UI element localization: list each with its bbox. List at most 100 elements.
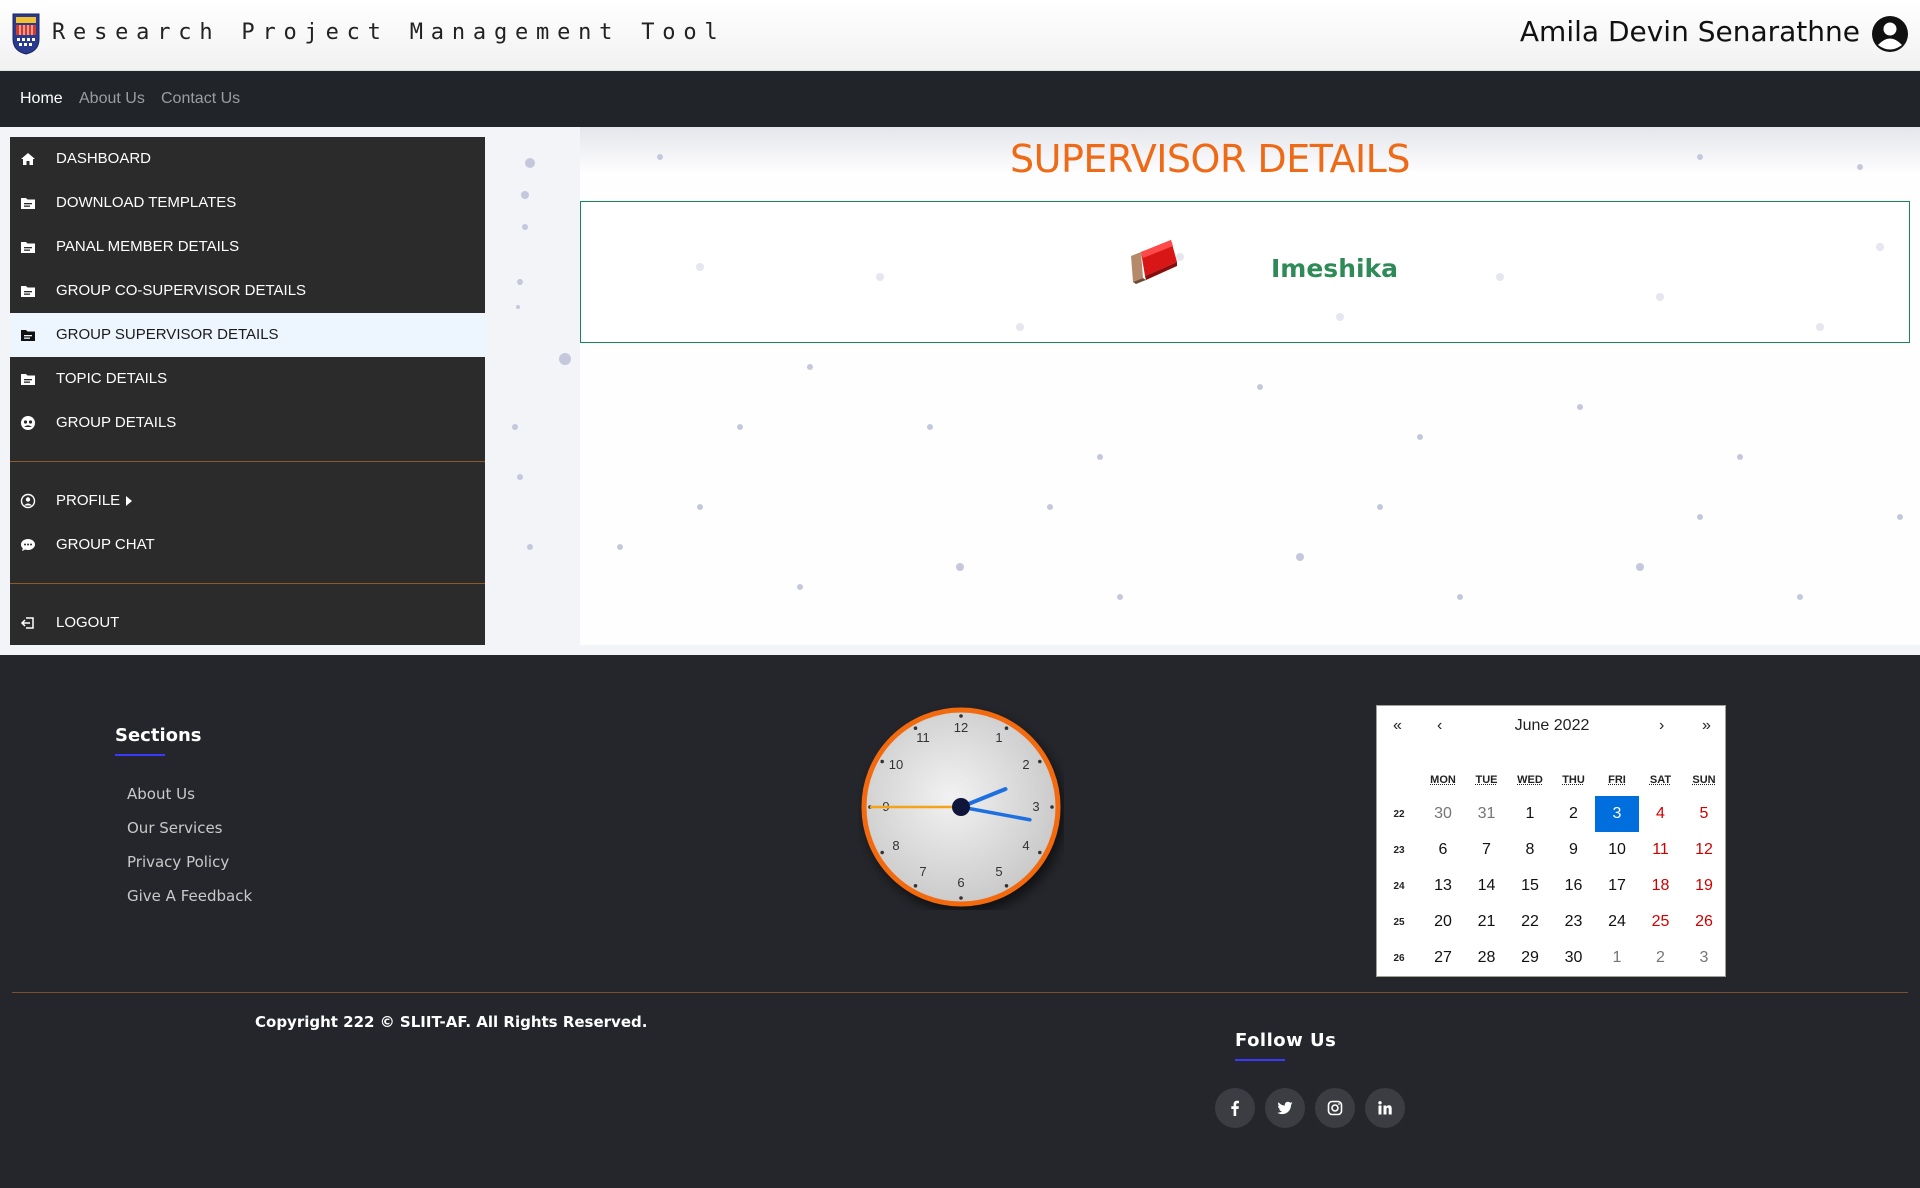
- calendar-prev-month-button[interactable]: ‹: [1437, 717, 1442, 735]
- sidebar-item-group-chat[interactable]: GROUP CHAT: [10, 523, 485, 567]
- calendar-day[interactable]: 26: [1682, 904, 1726, 940]
- twitter-icon: [1277, 1101, 1293, 1115]
- calendar-day[interactable]: 7: [1465, 832, 1509, 868]
- calendar-next-year-button[interactable]: »: [1702, 717, 1711, 735]
- calendar-day[interactable]: 2: [1639, 940, 1683, 976]
- sidebar-item-panal-member-details[interactable]: PANAL MEMBER DETAILS: [10, 225, 485, 269]
- facebook-icon: [1231, 1100, 1239, 1116]
- folder-icon: [21, 374, 35, 385]
- calendar-day[interactable]: 12: [1682, 832, 1726, 868]
- sidebar-item-label: LOGOUT: [56, 614, 120, 631]
- analog-clock: 12 1 2 3 4 5 6 7 8 9 10 11: [861, 707, 1061, 907]
- nav-contact-us[interactable]: Contact Us: [161, 90, 240, 108]
- calendar-day[interactable]: 11: [1639, 832, 1683, 868]
- clock-tick: [1004, 884, 1009, 888]
- copyright-text: Copyright 222 © SLIIT-AF. All Rights Res…: [255, 1013, 648, 1031]
- footer-link-about-us[interactable]: About Us: [127, 785, 195, 803]
- calendar-day[interactable]: 23: [1552, 904, 1596, 940]
- calendar-month-label[interactable]: June 2022: [1515, 717, 1590, 734]
- linkedin-button[interactable]: [1365, 1088, 1405, 1128]
- calendar-day[interactable]: 10: [1595, 832, 1639, 868]
- calendar-day[interactable]: 16: [1552, 868, 1596, 904]
- nav-about-us[interactable]: About Us: [79, 90, 145, 108]
- calendar-day[interactable]: 28: [1465, 940, 1509, 976]
- sidebar-item-dashboard[interactable]: DASHBOARD: [10, 137, 485, 181]
- sidebar-item-topic-details[interactable]: TOPIC DETAILS: [10, 357, 485, 401]
- sidebar-item-group-details[interactable]: GROUP DETAILS: [10, 401, 485, 445]
- clock-number: 5: [995, 864, 1002, 879]
- calendar-day[interactable]: 30: [1421, 796, 1465, 832]
- sidebar-item-label: TOPIC DETAILS: [56, 370, 168, 387]
- calendar-day[interactable]: 15: [1508, 868, 1552, 904]
- clock-number: 11: [916, 730, 930, 745]
- calendar-day[interactable]: 31: [1465, 796, 1509, 832]
- folder-icon: [21, 330, 35, 341]
- sidebar-item-download-templates[interactable]: DOWNLOAD TEMPLATES: [10, 181, 485, 225]
- calendar-day[interactable]: 24: [1595, 904, 1639, 940]
- sidebar-item-label: GROUP CO-SUPERVISOR DETAILS: [56, 282, 307, 299]
- calendar-day[interactable]: 3: [1595, 796, 1639, 832]
- calendar-day[interactable]: 1: [1595, 940, 1639, 976]
- calendar-day[interactable]: 20: [1421, 904, 1465, 940]
- user-circle-icon[interactable]: [1871, 15, 1909, 53]
- calendar-day[interactable]: 21: [1465, 904, 1509, 940]
- calendar-day[interactable]: 30: [1552, 940, 1596, 976]
- clock-number: 1: [995, 730, 1002, 745]
- calendar-weekday-label: SAT: [1649, 774, 1672, 786]
- twitter-button[interactable]: [1265, 1088, 1305, 1128]
- calendar-week-number: 25: [1393, 917, 1405, 928]
- rubber-stamp-image: [1131, 240, 1177, 284]
- sidebar-divider: [10, 583, 485, 584]
- user-circle-icon: [20, 493, 36, 509]
- calendar-day[interactable]: 25: [1639, 904, 1683, 940]
- calendar-day[interactable]: 5: [1682, 796, 1726, 832]
- caret-right-icon: [126, 496, 132, 506]
- footer-divider: [12, 992, 1908, 993]
- calendar-day[interactable]: 3: [1682, 940, 1726, 976]
- footer-link-give-feedback[interactable]: Give A Feedback: [127, 887, 252, 905]
- calendar-next-month-button[interactable]: ›: [1659, 717, 1664, 735]
- calendar-day[interactable]: 19: [1682, 868, 1726, 904]
- page-title: SUPERVISOR DETAILS: [1010, 137, 1410, 181]
- calendar-weekday-label: MON: [1430, 774, 1456, 786]
- sidebar: DASHBOARD DOWNLOAD TEMPLATES PANAL MEMBE…: [10, 137, 485, 645]
- sidebar-divider: [10, 461, 485, 462]
- calendar-widget: « ‹ June 2022 › » MON TUE WED THU FRI SAT SUN 2…: [1376, 705, 1726, 977]
- instagram-button[interactable]: [1315, 1088, 1355, 1128]
- calendar-weekday-label: SUN: [1692, 774, 1716, 786]
- calendar-day[interactable]: 1: [1508, 796, 1552, 832]
- nav-home[interactable]: Home: [20, 90, 63, 108]
- clock-number: 3: [1032, 799, 1039, 814]
- calendar-day[interactable]: 14: [1465, 868, 1509, 904]
- supervisor-card[interactable]: Imeshika: [580, 201, 1910, 343]
- calendar-day[interactable]: 18: [1639, 868, 1683, 904]
- calendar-day[interactable]: 22: [1508, 904, 1552, 940]
- calendar-day[interactable]: 9: [1552, 832, 1596, 868]
- calendar-week-number: 22: [1393, 809, 1405, 820]
- calendar-day[interactable]: 13: [1421, 868, 1465, 904]
- calendar-day[interactable]: 2: [1552, 796, 1596, 832]
- footer-link-our-services[interactable]: Our Services: [127, 819, 223, 837]
- calendar-prev-year-button[interactable]: «: [1393, 717, 1402, 735]
- sidebar-item-profile[interactable]: PROFILE: [10, 479, 485, 523]
- user-name[interactable]: Amila Devin Senarathne: [1520, 15, 1860, 48]
- footer-link-privacy-policy[interactable]: Privacy Policy: [127, 853, 229, 871]
- calendar-day[interactable]: 27: [1421, 940, 1465, 976]
- linkedin-icon: [1378, 1101, 1392, 1115]
- calendar-week-number: 24: [1393, 881, 1405, 892]
- calendar-day[interactable]: 4: [1639, 796, 1683, 832]
- clock-number: 10: [889, 757, 903, 772]
- sidebar-item-group-co-supervisor-details[interactable]: GROUP CO-SUPERVISOR DETAILS: [10, 269, 485, 313]
- clock-tick: [1050, 805, 1054, 809]
- facebook-button[interactable]: [1215, 1088, 1255, 1128]
- sidebar-item-label: GROUP DETAILS: [56, 414, 177, 431]
- sidebar-item-group-supervisor-details[interactable]: GROUP SUPERVISOR DETAILS: [10, 313, 485, 357]
- folder-icon: [21, 286, 35, 297]
- calendar-day[interactable]: 8: [1508, 832, 1552, 868]
- calendar-day[interactable]: 6: [1421, 832, 1465, 868]
- app-title: Research Project Management Tool: [52, 20, 726, 45]
- sidebar-item-logout[interactable]: LOGOUT: [10, 601, 485, 645]
- calendar-day[interactable]: 29: [1508, 940, 1552, 976]
- home-icon: [21, 153, 35, 165]
- calendar-day[interactable]: 17: [1595, 868, 1639, 904]
